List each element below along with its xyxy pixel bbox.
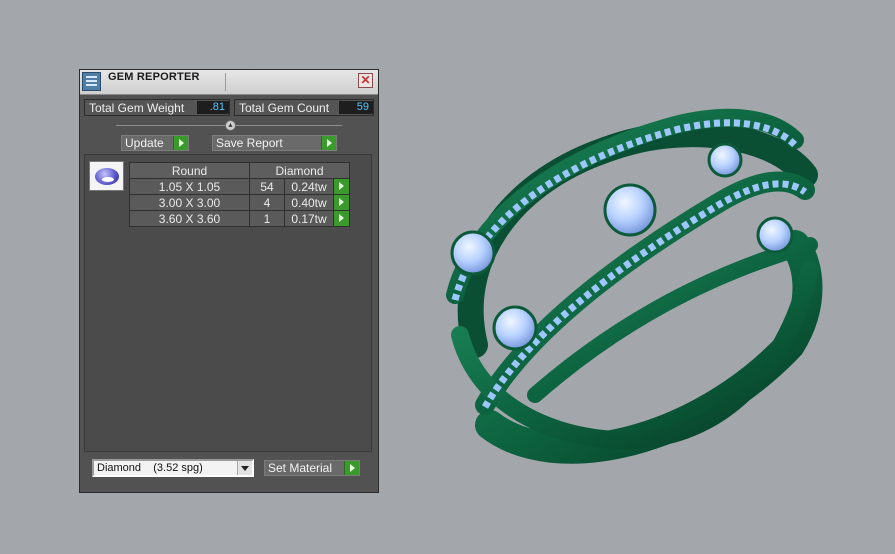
total-gem-count-value: 59 <box>339 101 373 114</box>
table-row: 3.00 X 3.00 4 0.40tw <box>129 194 350 211</box>
title-tab-divider <box>225 73 226 91</box>
gem-weight: 0.40tw <box>284 194 334 211</box>
material-select-value: Diamond (3.52 spg) <box>97 462 203 474</box>
total-gem-count-label: Total Gem Count <box>239 101 330 115</box>
select-gem-row-button[interactable] <box>333 210 350 227</box>
gem-count: 4 <box>249 194 285 211</box>
table-row: 3.60 X 3.60 1 0.17tw <box>129 210 350 227</box>
total-gem-count-field: Total Gem Count 59 <box>234 99 374 116</box>
set-material-button[interactable]: Set Material <box>264 460 360 476</box>
select-gem-row-button[interactable] <box>333 178 350 195</box>
gem-list-area: Round Diamond 1.05 X 1.05 54 0.24tw 3.00… <box>84 154 372 452</box>
gem-table-header: Round Diamond <box>129 162 350 179</box>
ring-model <box>446 108 823 464</box>
slider-knob-icon[interactable]: ▲ <box>225 120 236 131</box>
material-select[interactable]: Diamond (3.52 spg) <box>92 459 254 477</box>
column-header-material: Diamond <box>249 162 350 179</box>
gem-thumbnail-icon[interactable] <box>89 161 124 191</box>
close-icon[interactable]: ✕ <box>358 73 373 88</box>
ring-3d-viewport[interactable] <box>415 95 835 475</box>
select-gem-row-button[interactable] <box>333 194 350 211</box>
gem-count: 1 <box>249 210 285 227</box>
go-arrow-icon <box>344 461 359 475</box>
column-header-shape: Round <box>129 162 250 179</box>
total-gem-weight-label: Total Gem Weight <box>89 101 185 115</box>
panel-title: GEM REPORTER <box>108 71 200 83</box>
gem-table: Round Diamond 1.05 X 1.05 54 0.24tw 3.00… <box>129 162 350 227</box>
gem-size: 3.60 X 3.60 <box>129 210 250 227</box>
gem-reporter-icon <box>82 72 101 91</box>
dropdown-arrow-icon[interactable] <box>237 461 252 475</box>
gem-size: 3.00 X 3.00 <box>129 194 250 211</box>
set-material-button-label: Set Material <box>268 461 333 475</box>
save-report-button[interactable]: Save Report <box>212 135 337 151</box>
table-row: 1.05 X 1.05 54 0.24tw <box>129 178 350 195</box>
total-gem-weight-field: Total Gem Weight .81 <box>84 99 230 116</box>
gem-reporter-panel: GEM REPORTER ✕ Total Gem Weight .81 Tota… <box>79 69 379 493</box>
update-button-label: Update <box>125 136 164 150</box>
gem-size: 1.05 X 1.05 <box>129 178 250 195</box>
gem-weight: 0.17tw <box>284 210 334 227</box>
save-report-button-label: Save Report <box>216 136 283 150</box>
gem-count: 54 <box>249 178 285 195</box>
go-arrow-icon <box>173 136 188 150</box>
gem-weight: 0.24tw <box>284 178 334 195</box>
go-arrow-icon <box>321 136 336 150</box>
update-button[interactable]: Update <box>121 135 189 151</box>
total-gem-weight-value: .81 <box>197 101 229 114</box>
panel-titlebar[interactable]: GEM REPORTER ✕ <box>80 70 378 95</box>
